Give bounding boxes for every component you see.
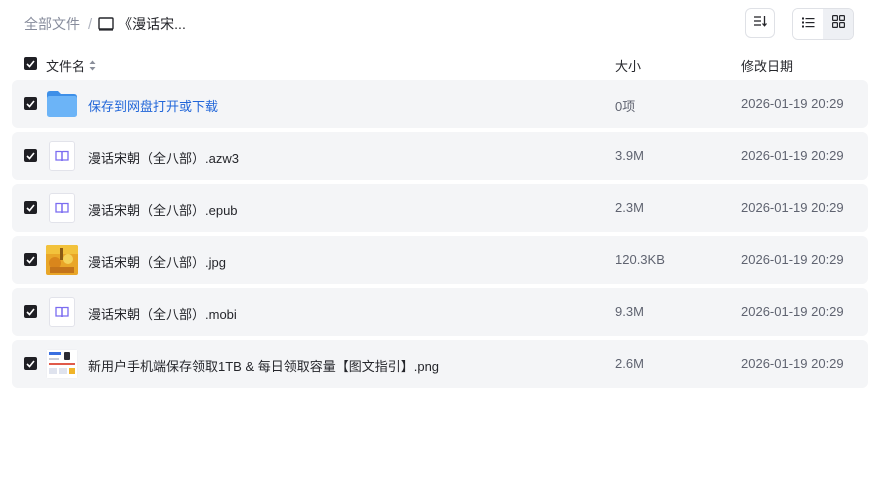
file-list: 保存到网盘打开或下载 0项 2026-01-19 20:29 漫话宋朝（全八部）… bbox=[12, 80, 868, 392]
row-checkbox[interactable] bbox=[24, 149, 37, 162]
grid-view-button[interactable] bbox=[823, 9, 853, 39]
file-date: 2026-01-19 20:29 bbox=[741, 148, 844, 163]
view-switch bbox=[792, 8, 854, 40]
ebook-icon bbox=[49, 297, 75, 327]
sort-arrows-icon bbox=[89, 60, 96, 71]
file-thumb bbox=[46, 193, 78, 223]
file-name[interactable]: 漫话宋朝（全八部）.epub bbox=[88, 200, 238, 219]
breadcrumb-root[interactable]: 全部文件 bbox=[24, 14, 80, 34]
sort-icon bbox=[753, 14, 767, 32]
file-date: 2026-01-19 20:29 bbox=[741, 252, 844, 267]
file-thumb bbox=[46, 349, 78, 379]
row-checkbox[interactable] bbox=[24, 253, 37, 266]
file-thumb bbox=[46, 245, 78, 275]
sort-button[interactable] bbox=[745, 8, 775, 38]
ebook-icon bbox=[49, 193, 75, 223]
ebook-icon bbox=[49, 141, 75, 171]
file-thumb bbox=[46, 297, 78, 327]
file-size: 9.3M bbox=[615, 304, 644, 319]
column-header-name[interactable]: 文件名 bbox=[46, 56, 96, 75]
file-date: 2026-01-19 20:29 bbox=[741, 96, 844, 111]
file-row[interactable]: 漫话宋朝（全八部）.epub 2.3M 2026-01-19 20:29 bbox=[12, 184, 868, 232]
image-thumbnail bbox=[46, 245, 78, 275]
file-name[interactable]: 漫话宋朝（全八部）.azw3 bbox=[88, 148, 239, 167]
select-all-checkbox[interactable] bbox=[24, 57, 37, 70]
breadcrumb-current: 《漫话宋... bbox=[118, 16, 186, 32]
file-name[interactable]: 漫话宋朝（全八部）.mobi bbox=[88, 304, 237, 323]
file-name[interactable]: 保存到网盘打开或下载 bbox=[88, 96, 218, 115]
grid-view-icon bbox=[831, 15, 845, 33]
image-thumbnail bbox=[46, 349, 78, 379]
list-view-icon bbox=[801, 15, 815, 33]
row-checkbox[interactable] bbox=[24, 201, 37, 214]
file-size: 2.3M bbox=[615, 200, 644, 215]
file-date: 2026-01-19 20:29 bbox=[741, 304, 844, 319]
column-header-size[interactable]: 大小 bbox=[615, 56, 641, 75]
file-row[interactable]: 漫话宋朝（全八部）.jpg 120.3KB 2026-01-19 20:29 bbox=[12, 236, 868, 284]
file-name[interactable]: 漫话宋朝（全八部）.jpg bbox=[88, 252, 226, 271]
row-checkbox[interactable] bbox=[24, 357, 37, 370]
column-name-label: 文件名 bbox=[46, 59, 86, 74]
file-size: 120.3KB bbox=[615, 252, 665, 267]
book-icon bbox=[98, 17, 114, 31]
file-size: 2.6M bbox=[615, 356, 644, 371]
breadcrumb: 全部文件 / 《漫话宋... bbox=[24, 14, 186, 34]
file-row[interactable]: 保存到网盘打开或下载 0项 2026-01-19 20:29 bbox=[12, 80, 868, 128]
breadcrumb-separator: / bbox=[88, 15, 93, 33]
file-date: 2026-01-19 20:29 bbox=[741, 356, 844, 371]
file-date: 2026-01-19 20:29 bbox=[741, 200, 844, 215]
list-view-button[interactable] bbox=[793, 9, 823, 39]
column-header-modified[interactable]: 修改日期 bbox=[741, 56, 793, 75]
row-checkbox[interactable] bbox=[24, 305, 37, 318]
row-checkbox[interactable] bbox=[24, 97, 37, 110]
file-thumb bbox=[46, 141, 78, 171]
table-header: 文件名 大小 修改日期 bbox=[12, 50, 868, 78]
folder-icon bbox=[46, 89, 78, 119]
file-row[interactable]: 新用户手机端保存领取1TB & 每日领取容量【图文指引】.png 2.6M 20… bbox=[12, 340, 868, 388]
file-row[interactable]: 漫话宋朝（全八部）.mobi 9.3M 2026-01-19 20:29 bbox=[12, 288, 868, 336]
file-size: 0项 bbox=[615, 99, 636, 114]
file-name[interactable]: 新用户手机端保存领取1TB & 每日领取容量【图文指引】.png bbox=[88, 356, 439, 375]
top-bar: 全部文件 / 《漫话宋... bbox=[0, 0, 878, 48]
file-size: 3.9M bbox=[615, 148, 644, 163]
file-row[interactable]: 漫话宋朝（全八部）.azw3 3.9M 2026-01-19 20:29 bbox=[12, 132, 868, 180]
